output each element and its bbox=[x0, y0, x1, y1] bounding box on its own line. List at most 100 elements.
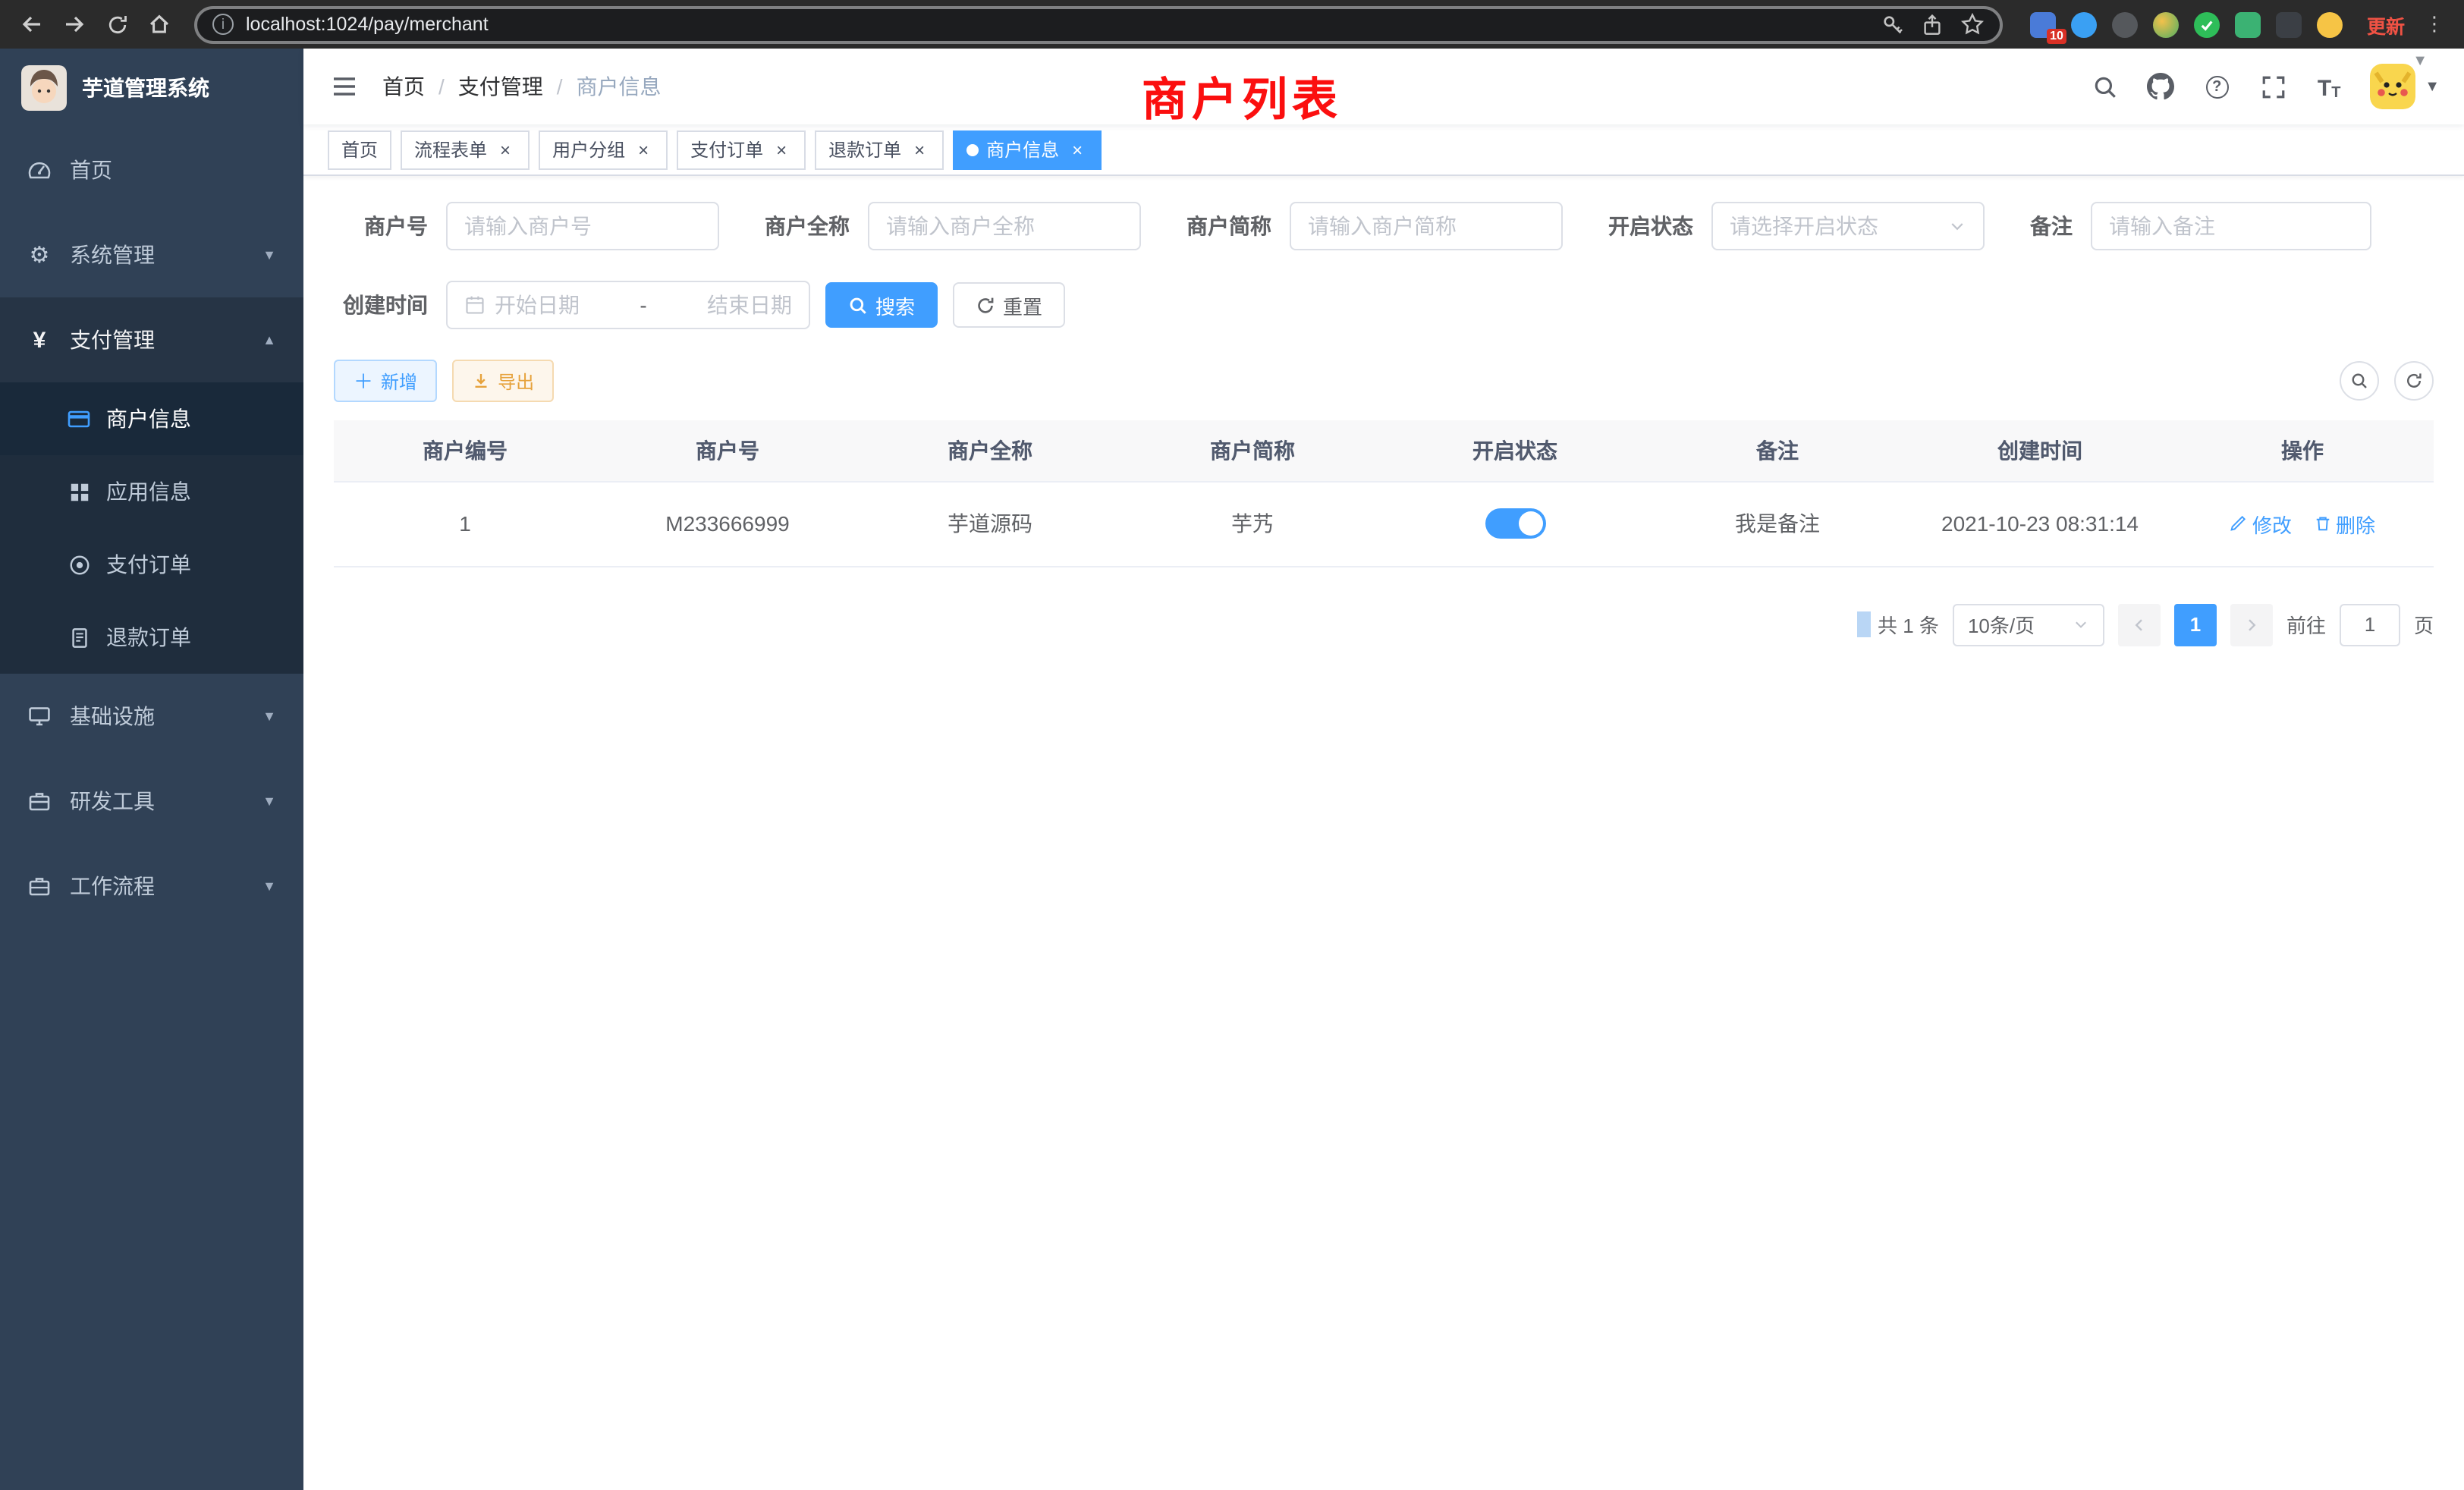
short-name-input[interactable] bbox=[1290, 202, 1563, 250]
address-bar[interactable]: i localhost:1024/pay/merchant bbox=[194, 5, 2003, 43]
table-row: 1 M233666999 芋道源码 芋艿 我是备注 2021-10-23 08:… bbox=[334, 481, 2434, 566]
search-icon bbox=[848, 295, 868, 315]
site-info-icon[interactable]: i bbox=[212, 14, 234, 35]
share-icon[interactable] bbox=[1921, 13, 1944, 36]
sidebar: 芋道管理系统 首页 ⚙ 系统管理 ▼ ¥ 支付管理 ▲ bbox=[0, 49, 303, 1490]
filter-status: 开启状态 请选择开启状态 bbox=[1608, 202, 1985, 250]
url-text[interactable]: localhost:1024/pay/merchant bbox=[246, 14, 1869, 35]
search-button[interactable]: 搜索 bbox=[825, 282, 938, 328]
tab-process-form[interactable]: 流程表单× bbox=[401, 130, 530, 169]
github-icon[interactable] bbox=[2145, 71, 2176, 102]
status-select[interactable]: 请选择开启状态 bbox=[1711, 202, 1985, 250]
browser-update-button[interactable]: 更新 bbox=[2358, 10, 2414, 39]
sidebar-item-home[interactable]: 首页 bbox=[0, 127, 303, 212]
extension-icon-4[interactable] bbox=[2153, 11, 2179, 37]
app-frame: 芋道管理系统 首页 ⚙ 系统管理 ▼ ¥ 支付管理 ▲ bbox=[0, 49, 2464, 1490]
sidebar-item-workflow[interactable]: 工作流程 ▼ bbox=[0, 844, 303, 929]
filter-label: 商户简称 bbox=[1186, 211, 1290, 241]
sidebar-logo[interactable]: 芋道管理系统 bbox=[0, 49, 303, 127]
page-number-1[interactable]: 1 bbox=[2174, 603, 2217, 646]
add-button[interactable]: ＋ 新增 bbox=[334, 360, 437, 402]
sidebar-item-payment[interactable]: ¥ 支付管理 ▲ bbox=[0, 297, 303, 382]
reset-button[interactable]: 重置 bbox=[953, 282, 1065, 328]
extension-icon-6[interactable] bbox=[2235, 11, 2261, 37]
filter-label: 创建时间 bbox=[334, 290, 446, 320]
font-size-icon[interactable]: TT bbox=[2314, 71, 2344, 102]
chevron-down-icon: ▼ bbox=[2425, 78, 2440, 95]
breadcrumb-home[interactable]: 首页 bbox=[382, 71, 458, 102]
export-button[interactable]: 导出 bbox=[452, 360, 554, 402]
extension-icon-8[interactable] bbox=[2317, 11, 2343, 37]
date-separator: - bbox=[633, 293, 652, 317]
password-key-icon[interactable] bbox=[1881, 13, 1904, 36]
browser-menu-icon[interactable]: ⋮ bbox=[2417, 12, 2452, 36]
sidebar-item-label: 商户信息 bbox=[106, 404, 191, 434]
user-menu[interactable]: ▼ bbox=[2370, 64, 2440, 109]
toggle-search-button[interactable] bbox=[2340, 361, 2379, 401]
home-icon bbox=[147, 12, 171, 36]
search-icon bbox=[2350, 372, 2368, 390]
full-name-input[interactable] bbox=[868, 202, 1141, 250]
breadcrumb: 首页 支付管理 商户信息 bbox=[382, 71, 662, 102]
sidebar-item-system[interactable]: ⚙ 系统管理 ▼ bbox=[0, 212, 303, 297]
breadcrumb-current: 商户信息 bbox=[577, 71, 662, 102]
chevron-down-icon[interactable]: ▼ bbox=[2412, 53, 2428, 70]
close-icon[interactable]: × bbox=[1067, 139, 1088, 160]
goto-unit: 页 bbox=[2414, 610, 2434, 639]
close-icon[interactable]: × bbox=[633, 139, 654, 160]
search-icon[interactable] bbox=[2089, 71, 2120, 102]
tab-merchant-info[interactable]: 商户信息× bbox=[953, 130, 1102, 169]
browser-forward-button[interactable] bbox=[55, 5, 94, 44]
close-icon[interactable]: × bbox=[495, 139, 516, 160]
remark-input[interactable] bbox=[2091, 202, 2371, 250]
extension-icon-2[interactable] bbox=[2071, 11, 2097, 37]
goto-page-input[interactable] bbox=[2340, 603, 2400, 646]
tab-refund-orders[interactable]: 退款订单× bbox=[815, 130, 944, 169]
help-icon[interactable]: ? bbox=[2202, 71, 2232, 102]
edit-button[interactable]: 修改 bbox=[2230, 509, 2292, 538]
breadcrumb-payment[interactable]: 支付管理 bbox=[458, 71, 577, 102]
merchant-no-input[interactable] bbox=[446, 202, 719, 250]
sidebar-item-app-info[interactable]: 应用信息 bbox=[0, 455, 303, 528]
date-start-placeholder: 开始日期 bbox=[495, 290, 580, 320]
cell-actions: 修改删除 bbox=[2171, 481, 2434, 566]
extension-icon-5[interactable] bbox=[2194, 11, 2220, 37]
toolbox-icon bbox=[27, 789, 52, 813]
close-icon[interactable]: × bbox=[771, 139, 792, 160]
tab-user-group[interactable]: 用户分组× bbox=[539, 130, 668, 169]
prev-page-button[interactable] bbox=[2118, 603, 2161, 646]
sidebar-item-refund-orders[interactable]: 退款订单 bbox=[0, 601, 303, 674]
browser-reload-button[interactable] bbox=[97, 5, 137, 44]
close-icon[interactable]: × bbox=[909, 139, 930, 160]
extension-icon-7[interactable] bbox=[2276, 11, 2302, 37]
document-icon bbox=[67, 625, 91, 649]
text-selection-artifact bbox=[1856, 611, 1870, 637]
sidebar-item-infrastructure[interactable]: 基础设施 ▼ bbox=[0, 674, 303, 759]
delete-button[interactable]: 删除 bbox=[2313, 509, 2375, 538]
main-area: 首页 支付管理 商户信息 ? TT bbox=[303, 49, 2464, 1490]
sidebar-item-dev-tools[interactable]: 研发工具 ▼ bbox=[0, 759, 303, 844]
extension-icon-1[interactable]: 10 bbox=[2030, 11, 2056, 37]
refresh-table-button[interactable] bbox=[2394, 361, 2434, 401]
chevron-down-icon: ▼ bbox=[262, 879, 276, 894]
filter-full-name: 商户全称 bbox=[765, 202, 1141, 250]
chevron-down-icon bbox=[2073, 616, 2089, 633]
status-toggle[interactable] bbox=[1485, 508, 1545, 539]
sidebar-item-payment-orders[interactable]: 支付订单 bbox=[0, 528, 303, 601]
next-page-button[interactable] bbox=[2230, 603, 2273, 646]
tab-home[interactable]: 首页 bbox=[328, 130, 391, 169]
sidebar-item-merchant-info[interactable]: 商户信息 bbox=[0, 382, 303, 455]
grid-icon bbox=[67, 479, 91, 504]
date-range-picker[interactable]: 开始日期 - 结束日期 bbox=[446, 281, 810, 329]
logo-avatar bbox=[21, 65, 67, 111]
trash-icon bbox=[2313, 514, 2331, 533]
bookmark-star-icon[interactable] bbox=[1960, 12, 1985, 36]
hamburger-icon[interactable] bbox=[328, 70, 361, 103]
browser-home-button[interactable] bbox=[140, 5, 179, 44]
tab-payment-orders[interactable]: 支付订单× bbox=[677, 130, 806, 169]
extension-icon-3[interactable] bbox=[2112, 11, 2138, 37]
page-size-select[interactable]: 10条/页 bbox=[1953, 603, 2104, 646]
fullscreen-icon[interactable] bbox=[2258, 71, 2288, 102]
monitor-icon bbox=[27, 704, 52, 728]
browser-back-button[interactable] bbox=[12, 5, 52, 44]
